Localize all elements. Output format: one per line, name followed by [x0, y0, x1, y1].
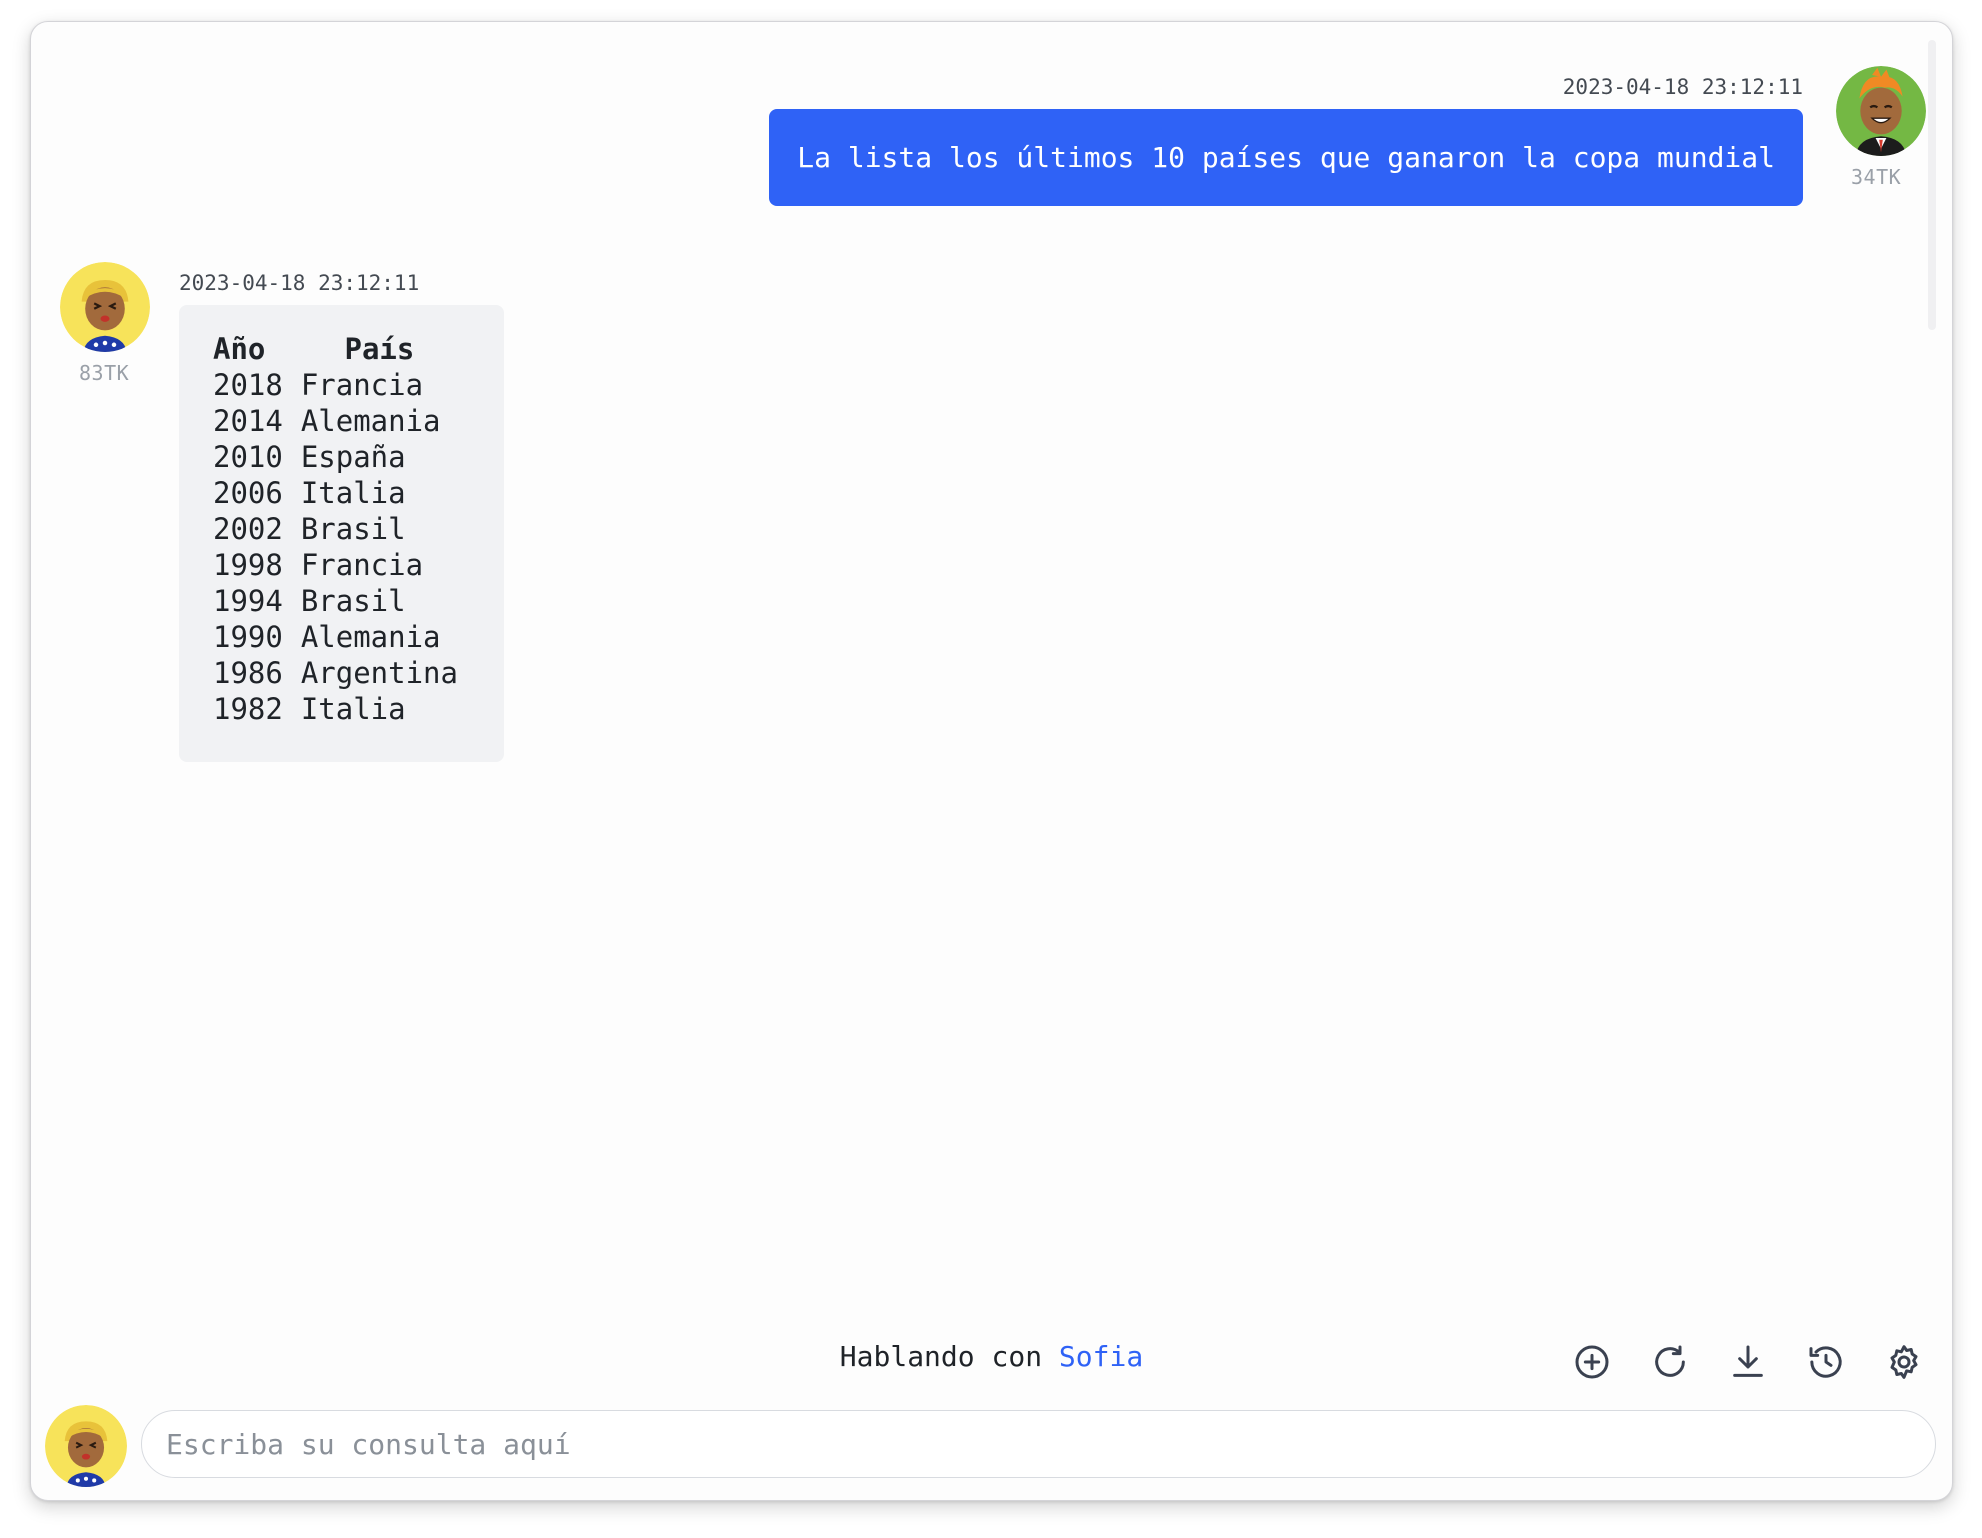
- table-row: 2010 España: [213, 439, 458, 475]
- query-input[interactable]: [141, 1410, 1936, 1478]
- country-cell: Brasil: [300, 512, 406, 546]
- country-cell: Italia: [300, 692, 406, 726]
- table-row: 1982 Italia: [213, 691, 458, 727]
- column-header-year: Año: [213, 332, 266, 366]
- history-button[interactable]: [1806, 1342, 1846, 1382]
- year-cell: 1986: [213, 656, 283, 690]
- year-cell: 1998: [213, 548, 283, 582]
- table-row: 1986 Argentina: [213, 655, 458, 691]
- regenerate-button[interactable]: [1650, 1342, 1690, 1382]
- table-row: 1994 Brasil: [213, 583, 458, 619]
- download-icon: [1733, 1345, 1763, 1377]
- table-row: 2014 Alemania: [213, 403, 458, 439]
- year-cell: 2014: [213, 404, 283, 438]
- year-cell: 2010: [213, 440, 283, 474]
- bot-message-bubble: Año País 2018 Francia 2014 Alemania 2010 Es…: [179, 305, 504, 762]
- table-row: 1998 Francia: [213, 547, 458, 583]
- country-cell: Francia: [300, 368, 424, 402]
- table-row: 1990 Alemania: [213, 619, 458, 655]
- year-cell: 2002: [213, 512, 283, 546]
- year-cell: 1982: [213, 692, 283, 726]
- chat-window: 2023-04-18 23:12:11 La lista los últimos…: [30, 21, 1953, 1501]
- user-message-timestamp: 2023-04-18 23:12:11: [1562, 75, 1803, 99]
- agent-name[interactable]: Sofia: [1059, 1340, 1143, 1373]
- country-cell: Alemania: [300, 404, 441, 438]
- new-chat-button[interactable]: [1572, 1342, 1612, 1382]
- year-cell: 1994: [213, 584, 283, 618]
- country-cell: Alemania: [300, 620, 441, 654]
- agent-avatar[interactable]: [45, 1405, 127, 1487]
- status-prefix: Hablando con: [839, 1340, 1043, 1373]
- scrollbar[interactable]: [1928, 40, 1936, 330]
- country-cell: Argentina: [300, 656, 458, 690]
- country-cell: Brasil: [300, 584, 406, 618]
- settings-button[interactable]: [1884, 1342, 1924, 1382]
- bot-token-count: 83TK: [79, 361, 130, 385]
- world-cup-table: Año País 2018 Francia 2014 Alemania 2010 Es…: [213, 331, 458, 727]
- year-cell: 1990: [213, 620, 283, 654]
- refresh-icon: [1655, 1345, 1685, 1377]
- country-cell: España: [300, 440, 406, 474]
- table-row: 2006 Italia: [213, 475, 458, 511]
- country-cell: Italia: [300, 476, 406, 510]
- table-row: 2018 Francia: [213, 367, 458, 403]
- bot-message-timestamp: 2023-04-18 23:12:11: [179, 271, 420, 295]
- country-cell: Francia: [300, 548, 424, 582]
- bot-avatar: [60, 262, 150, 352]
- user-avatar: [1836, 66, 1926, 156]
- table-row: 2002 Brasil: [213, 511, 458, 547]
- year-cell: 2006: [213, 476, 283, 510]
- settings-icon: [1890, 1345, 1918, 1379]
- download-button[interactable]: [1728, 1342, 1768, 1382]
- user-token-count: 34TK: [1851, 165, 1902, 189]
- table-header-row: Año País: [213, 331, 458, 367]
- add-icon: [1575, 1345, 1609, 1379]
- year-cell: 2018: [213, 368, 283, 402]
- column-header-country: País: [344, 332, 415, 366]
- history-icon: [1809, 1346, 1842, 1378]
- user-message-bubble: La lista los últimos 10 países que ganar…: [769, 109, 1803, 206]
